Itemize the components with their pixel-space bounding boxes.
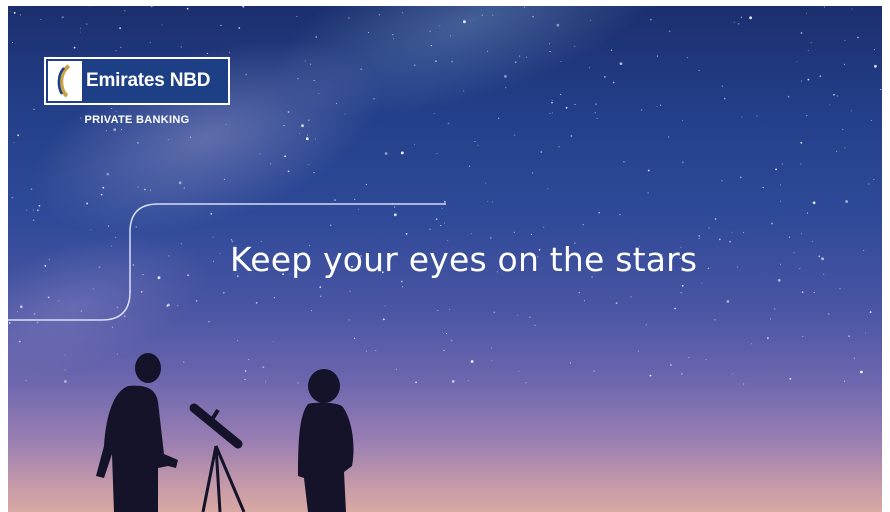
child-silhouette [298,369,354,512]
stargazers-silhouette [96,353,354,512]
hero-frame: Emirates NBD PRIVATE BANKING Keep your e… [8,6,882,512]
telescope-silhouette [189,403,246,512]
adult-silhouette [96,353,178,512]
